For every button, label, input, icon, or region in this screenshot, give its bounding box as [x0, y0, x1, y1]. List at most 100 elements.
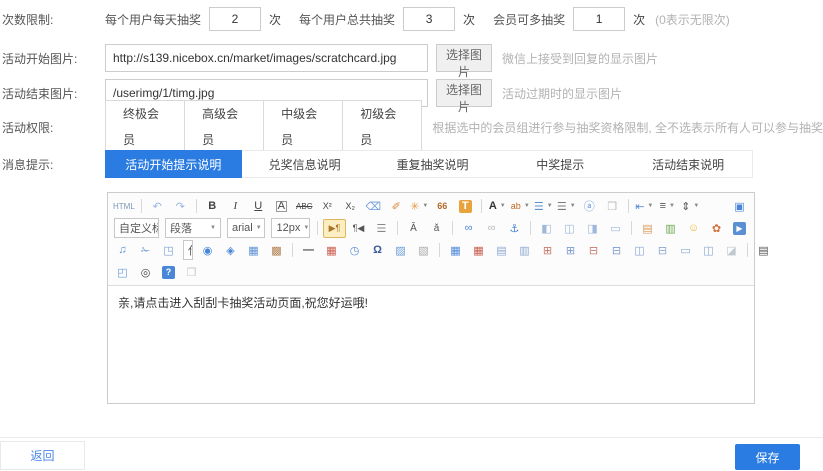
custom-title-select[interactable]: 自定义标题▼: [114, 218, 159, 238]
highlight-color-icon[interactable]: ab▼: [510, 198, 531, 215]
delete-table-icon[interactable]: ▦: [468, 242, 489, 259]
image-manager-icon[interactable]: ▥: [660, 220, 681, 237]
insert-col-icon[interactable]: ⊞: [560, 242, 581, 259]
code-language-select[interactable]: 代码语言▼: [183, 240, 193, 260]
insert-date-icon[interactable]: ▦: [321, 242, 342, 259]
html-source-icon[interactable]: HTML: [112, 198, 136, 215]
member-extra-draw-limit-input[interactable]: [573, 7, 625, 31]
paste-icon[interactable]: ❒: [181, 264, 202, 281]
link-icon[interactable]: ∞: [458, 220, 479, 237]
merge-cells-icon[interactable]: ▭: [675, 242, 696, 259]
bold-icon[interactable]: B: [202, 198, 223, 215]
google-map-icon[interactable]: ◉: [197, 242, 218, 259]
end-image-pick-button[interactable]: 选择图片: [436, 79, 492, 107]
preview-icon[interactable]: ◰: [112, 264, 133, 281]
fullscreen-icon[interactable]: ▣: [729, 198, 750, 215]
font-family-select[interactable]: arial▼: [227, 218, 266, 238]
insert-time-icon[interactable]: ◷: [344, 242, 365, 259]
member-option-2[interactable]: 高级会员: [184, 101, 263, 153]
case-lower-icon[interactable]: ǎ: [426, 220, 447, 237]
table-sort-icon[interactable]: ◪: [721, 242, 742, 259]
line-height-icon[interactable]: ⇕▼: [680, 198, 701, 215]
back-button[interactable]: 返回: [0, 441, 85, 470]
underline-icon[interactable]: U: [248, 198, 269, 215]
music-icon[interactable]: ♫: [112, 242, 133, 259]
image-align-center-icon[interactable]: ◫: [559, 220, 580, 237]
case-upper-icon[interactable]: Ǎ: [403, 220, 424, 237]
daily-draw-limit-input[interactable]: [209, 7, 261, 31]
insert-code-file-icon[interactable]: ◳: [158, 242, 179, 259]
image-align-left-icon[interactable]: ◧: [536, 220, 557, 237]
anchor-icon[interactable]: ⚓: [504, 220, 525, 237]
unordered-list-icon[interactable]: ☰▼: [556, 198, 577, 215]
rtl-paragraph-icon[interactable]: ¶◀: [348, 220, 369, 237]
cell-props-icon[interactable]: ▥: [514, 242, 535, 259]
template-icon[interactable]: ▨: [390, 242, 411, 259]
image-inline-icon[interactable]: ▭: [605, 220, 626, 237]
remove-format-icon[interactable]: ⌫: [363, 198, 384, 215]
ordered-list-icon[interactable]: ☰▼: [533, 198, 554, 215]
subscript-icon[interactable]: X₂: [340, 198, 361, 215]
insert-video-icon[interactable]: ▶: [729, 220, 750, 237]
toolbar-separator: [196, 199, 197, 213]
indent-icon[interactable]: ⇤▼: [634, 198, 655, 215]
insert-table-icon[interactable]: ▦: [445, 242, 466, 259]
paragraph-format-icon[interactable]: ☰: [371, 220, 392, 237]
limits-hint: (0表示无限次): [655, 11, 730, 28]
total-draw-limit-label: 每个用户总共抽奖: [299, 11, 395, 28]
undo-icon[interactable]: ↶: [147, 198, 168, 215]
member-option-3[interactable]: 中级会员: [263, 101, 342, 153]
scrawl-icon[interactable]: ✿: [706, 220, 727, 237]
start-image-pick-button[interactable]: 选择图片: [436, 44, 492, 72]
page-break-icon[interactable]: ▧: [413, 242, 434, 259]
message-tab-5[interactable]: 活动结束说明: [624, 151, 752, 177]
emotion-icon[interactable]: ☺: [683, 220, 704, 237]
delete-col-icon[interactable]: ⊟: [606, 242, 627, 259]
message-tab-1[interactable]: 活动开始提示说明: [105, 150, 242, 178]
horizontal-rule-icon[interactable]: —: [298, 242, 319, 259]
split-cell-icon[interactable]: ◫: [698, 242, 719, 259]
word-image-icon[interactable]: ❒: [602, 198, 623, 215]
toolbar-separator: [481, 199, 482, 213]
paragraph-select[interactable]: 段落▼: [165, 218, 221, 238]
baidu-map-icon[interactable]: ◈: [220, 242, 241, 259]
start-image-input[interactable]: [105, 44, 428, 72]
attachment-icon[interactable]: ✁: [135, 242, 156, 259]
merge-right-icon[interactable]: ◫: [629, 242, 650, 259]
screenshot-icon[interactable]: ▩: [266, 242, 287, 259]
border-text-icon[interactable]: A: [271, 198, 292, 215]
delete-row-icon[interactable]: ⊟: [583, 242, 604, 259]
table-props-icon[interactable]: ▤: [491, 242, 512, 259]
blockquote-icon[interactable]: 66: [432, 198, 453, 215]
font-color-icon[interactable]: A▼: [487, 198, 508, 215]
justify-icon[interactable]: ≡▼: [657, 198, 678, 215]
print-icon[interactable]: ▤: [753, 242, 774, 259]
member-option-1[interactable]: 终极会员: [106, 101, 184, 153]
editor-content[interactable]: 亲,请点击进入刮刮卡抽奖活动页面,祝您好运哦!: [108, 286, 754, 403]
member-option-4[interactable]: 初级会员: [342, 101, 421, 153]
format-painter-icon[interactable]: ✳▼: [409, 198, 430, 215]
superscript-icon[interactable]: X²: [317, 198, 338, 215]
merge-down-icon[interactable]: ⊟: [652, 242, 673, 259]
ltr-paragraph-icon[interactable]: ▶¶: [323, 219, 346, 238]
insert-frame-icon[interactable]: ▦: [243, 242, 264, 259]
help-icon[interactable]: ?: [158, 264, 179, 281]
unlink-icon[interactable]: ∞: [481, 220, 502, 237]
search-replace-icon[interactable]: ◎: [135, 264, 156, 281]
total-draw-limit-input[interactable]: [403, 7, 455, 31]
insert-image-icon[interactable]: ▤: [637, 220, 658, 237]
save-button[interactable]: 保存: [735, 444, 800, 470]
strikethrough-icon[interactable]: ABC: [294, 198, 315, 215]
format-brush-icon[interactable]: ✐: [386, 198, 407, 215]
auto-typeset-icon[interactable]: ⓐ: [579, 198, 600, 215]
message-tab-2[interactable]: 兑奖信息说明: [241, 151, 369, 177]
paste-plain-text-icon[interactable]: T: [455, 198, 476, 215]
insert-row-icon[interactable]: ⊞: [537, 242, 558, 259]
italic-icon[interactable]: I: [225, 198, 246, 215]
redo-icon[interactable]: ↷: [170, 198, 191, 215]
message-tab-3[interactable]: 重复抽奖说明: [369, 151, 497, 177]
font-size-select[interactable]: 12px▼: [271, 218, 310, 238]
image-align-right-icon[interactable]: ◨: [582, 220, 603, 237]
message-tab-4[interactable]: 中奖提示: [496, 151, 624, 177]
special-char-icon[interactable]: Ω: [367, 242, 388, 259]
